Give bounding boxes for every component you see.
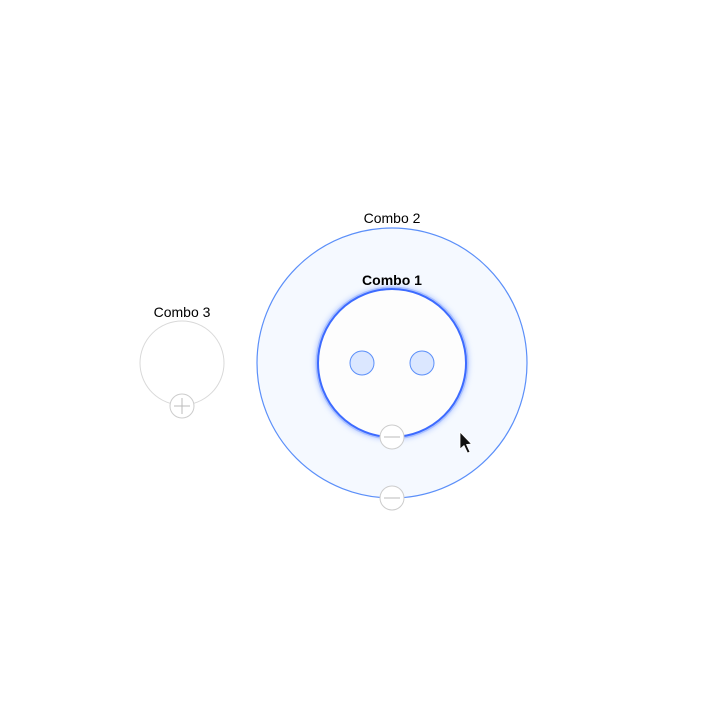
combo-1-label: Combo 1 — [362, 272, 422, 288]
combo-2-label: Combo 2 — [364, 210, 421, 226]
combo-3-label: Combo 3 — [154, 304, 211, 320]
combo-2-collapse-button[interactable] — [379, 485, 405, 511]
combo-1-shape[interactable] — [317, 288, 467, 438]
node-1[interactable] — [349, 350, 375, 376]
combo-3[interactable]: Combo 3 — [139, 304, 225, 406]
combo-3-shape[interactable] — [139, 320, 225, 406]
graph-canvas[interactable]: Combo 2 Combo 1 Combo 3 — [0, 0, 720, 720]
combo-1-collapse-button[interactable] — [379, 424, 405, 450]
node-2[interactable] — [409, 350, 435, 376]
combo-3-expand-button[interactable] — [169, 393, 195, 419]
